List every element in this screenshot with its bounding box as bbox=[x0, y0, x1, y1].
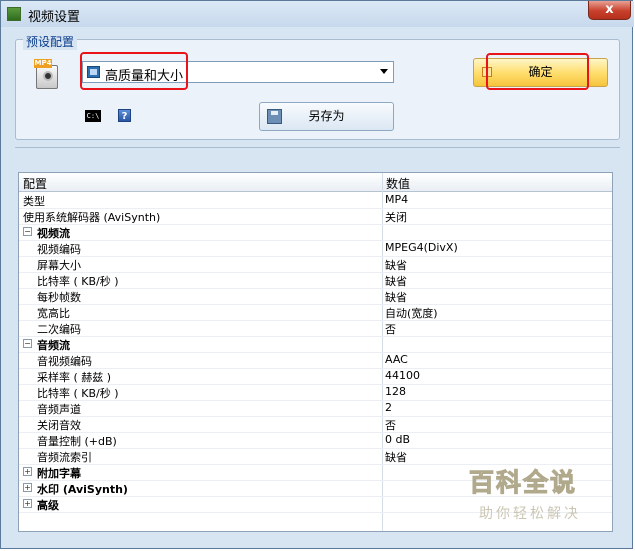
setting-value[interactable]: 缺省 bbox=[385, 257, 407, 273]
command-prompt-icon[interactable]: C:\ bbox=[85, 110, 101, 122]
setting-label: 音视频编码 bbox=[37, 355, 92, 368]
save-as-button[interactable]: 另存为 bbox=[259, 102, 394, 131]
setting-label: 视频流 bbox=[37, 227, 70, 240]
category-row[interactable]: − 音频流 bbox=[19, 336, 612, 353]
setting-label: 音频声道 bbox=[37, 403, 81, 416]
category-row[interactable]: − 视频流 bbox=[19, 224, 612, 241]
table-row[interactable]: 每秒帧数 缺省 bbox=[19, 288, 612, 305]
setting-value[interactable]: 128 bbox=[385, 385, 406, 398]
ok-glyph-icon bbox=[482, 67, 492, 77]
help-icon[interactable]: ? bbox=[118, 109, 131, 122]
expand-collapse-icon[interactable]: + bbox=[23, 483, 32, 492]
preset-selected-value: 高质量和大小 bbox=[105, 69, 184, 84]
setting-label: 采样率 ( 赫兹 ) bbox=[37, 371, 112, 384]
setting-value[interactable]: 否 bbox=[385, 417, 396, 433]
setting-label: 使用系统解码器 (AviSynth) bbox=[23, 211, 161, 224]
setting-label: 关闭音效 bbox=[37, 419, 81, 432]
table-row[interactable]: 二次编码 否 bbox=[19, 320, 612, 337]
expand-collapse-icon[interactable]: + bbox=[23, 499, 32, 508]
setting-label: 比特率 ( KB/秒 ) bbox=[37, 387, 119, 400]
setting-label: 宽高比 bbox=[37, 307, 70, 320]
watermark-main: 百科全说 bbox=[469, 468, 578, 498]
setting-label: 类型 bbox=[23, 195, 45, 208]
setting-label: 附加字幕 bbox=[37, 467, 81, 480]
table-row[interactable]: 类型 MP4 bbox=[19, 192, 612, 209]
table-row[interactable]: 采样率 ( 赫兹 ) 44100 bbox=[19, 368, 612, 385]
setting-value[interactable]: 关闭 bbox=[385, 209, 407, 225]
expand-collapse-icon[interactable]: + bbox=[23, 467, 32, 476]
setting-value[interactable]: MP4 bbox=[385, 193, 408, 206]
table-row[interactable]: 宽高比 自动(宽度) bbox=[19, 304, 612, 321]
setting-label: 音频流 bbox=[37, 339, 70, 352]
preset-dropdown[interactable]: 高质量和大小 bbox=[82, 61, 394, 84]
setting-value[interactable]: MPEG4(DivX) bbox=[385, 241, 458, 254]
format-tag: MP4 bbox=[34, 59, 52, 68]
setting-value[interactable]: 缺省 bbox=[385, 289, 407, 305]
setting-label: 高级 bbox=[37, 499, 59, 512]
mp4-format-icon: MP4 bbox=[34, 59, 60, 89]
setting-label: 二次编码 bbox=[37, 323, 81, 336]
table-row[interactable]: 比特率 ( KB/秒 ) 缺省 bbox=[19, 272, 612, 289]
header-setting[interactable]: 配置 bbox=[23, 175, 47, 192]
chevron-down-icon[interactable] bbox=[380, 69, 388, 74]
setting-label: 水印 (AviSynth) bbox=[37, 483, 128, 496]
app-icon bbox=[7, 7, 21, 21]
expand-collapse-icon[interactable]: − bbox=[23, 339, 32, 348]
watermark-sub: 助你轻松解决 bbox=[479, 506, 581, 522]
ok-button[interactable]: 确定 bbox=[473, 58, 608, 87]
ok-button-label: 确定 bbox=[528, 65, 553, 79]
setting-value[interactable]: 0 dB bbox=[385, 433, 410, 446]
video-settings-window: 视频设置 x 预设配置 MP4 高质量和大小 确定 C:\ ? 另存为 配置 数… bbox=[0, 0, 634, 549]
save-as-label: 另存为 bbox=[308, 109, 345, 123]
window-title: 视频设置 bbox=[28, 10, 81, 25]
table-row[interactable]: 视频编码 MPEG4(DivX) bbox=[19, 240, 612, 257]
setting-label: 音量控制 (+dB) bbox=[37, 435, 117, 448]
grid-header: 配置 数值 bbox=[19, 173, 612, 192]
close-button[interactable]: x bbox=[588, 1, 631, 20]
table-row[interactable]: 音量控制 (+dB) 0 dB bbox=[19, 432, 612, 449]
floppy-disk-icon bbox=[267, 109, 282, 124]
divider bbox=[15, 147, 620, 148]
setting-value[interactable]: 缺省 bbox=[385, 273, 407, 289]
setting-value[interactable]: 2 bbox=[385, 401, 392, 414]
setting-label: 每秒帧数 bbox=[37, 291, 81, 304]
table-row[interactable]: 使用系统解码器 (AviSynth) 关闭 bbox=[19, 208, 612, 225]
table-row[interactable]: 关闭音效 否 bbox=[19, 416, 612, 433]
expand-collapse-icon[interactable]: − bbox=[23, 227, 32, 236]
table-row[interactable]: 比特率 ( KB/秒 ) 128 bbox=[19, 384, 612, 401]
film-reel-icon bbox=[36, 65, 58, 89]
setting-value[interactable]: 否 bbox=[385, 321, 396, 337]
title-bar[interactable]: 视频设置 x bbox=[1, 1, 634, 27]
setting-label: 视频编码 bbox=[37, 243, 81, 256]
setting-value[interactable]: 自动(宽度) bbox=[385, 305, 438, 321]
table-row[interactable]: 音频声道 2 bbox=[19, 400, 612, 417]
setting-value[interactable]: 44100 bbox=[385, 369, 420, 382]
setting-label: 比特率 ( KB/秒 ) bbox=[37, 275, 119, 288]
setting-value[interactable]: AAC bbox=[385, 353, 408, 366]
setting-label: 屏幕大小 bbox=[37, 259, 81, 272]
header-value[interactable]: 数值 bbox=[386, 175, 410, 192]
monitor-icon bbox=[87, 66, 100, 78]
setting-label: 音频流索引 bbox=[37, 451, 92, 464]
presets-legend: 预设配置 bbox=[23, 33, 78, 50]
setting-value[interactable]: 缺省 bbox=[385, 449, 407, 465]
table-row[interactable]: 音视频编码 AAC bbox=[19, 352, 612, 369]
watermark: 百科全说 助你轻松解决 bbox=[469, 463, 594, 523]
table-row[interactable]: 屏幕大小 缺省 bbox=[19, 256, 612, 273]
